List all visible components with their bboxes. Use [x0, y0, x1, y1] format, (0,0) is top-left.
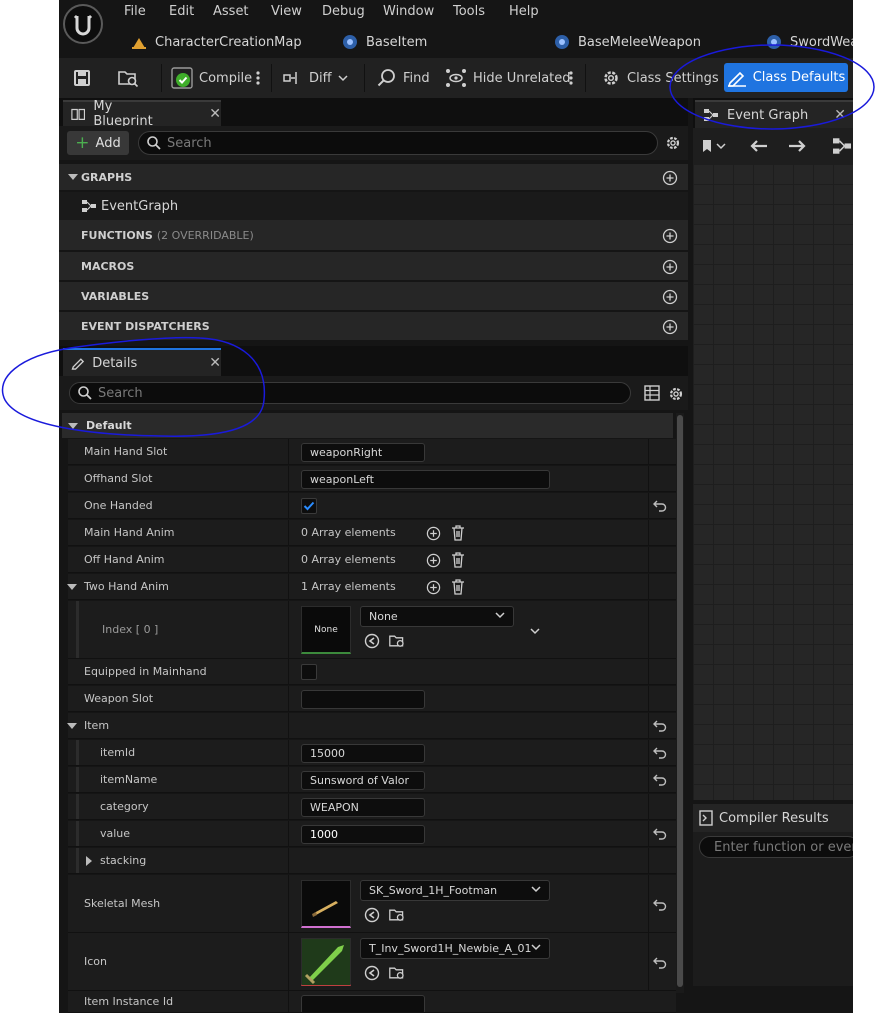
annotation-overlay [1, 44, 875, 437]
annotation-circle-class-defaults [669, 44, 875, 130]
annotation-circle-details-search [1, 336, 266, 437]
